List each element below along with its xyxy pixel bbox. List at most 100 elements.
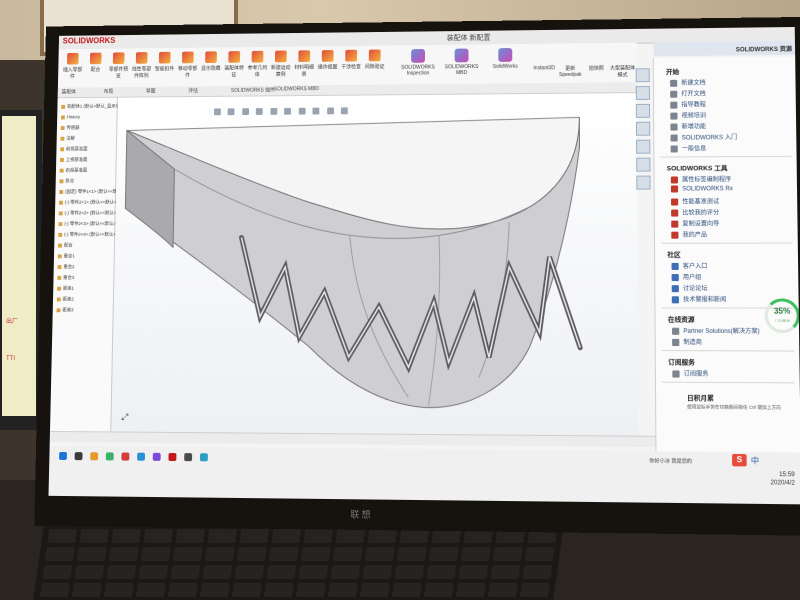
tab-0[interactable]: 装配体 bbox=[62, 88, 76, 95]
3d-model-view[interactable] bbox=[111, 107, 638, 430]
task-pane-link[interactable]: 比较我的评分 bbox=[671, 207, 719, 217]
task-pane-link[interactable]: 讨论论坛 bbox=[671, 283, 708, 292]
taskbar-app-icon[interactable] bbox=[74, 452, 83, 461]
task-pane-link[interactable]: 属性标签编制程序 bbox=[670, 174, 731, 183]
ribbon-button[interactable]: 材料明细表 bbox=[293, 50, 315, 78]
task-pane-section-heading: 在线资源 bbox=[667, 316, 695, 324]
tab-1[interactable]: 布局 bbox=[104, 88, 114, 95]
task-pane-link[interactable]: 指导教程 bbox=[670, 99, 706, 109]
ribbon-button[interactable]: 线性零部件阵列 bbox=[131, 52, 153, 79]
task-pane-link[interactable]: 订阅服务 bbox=[672, 368, 708, 378]
tab-3[interactable]: 评估 bbox=[188, 87, 198, 94]
task-pane-link[interactable]: SOLIDWORKS Rx bbox=[670, 185, 733, 193]
task-pane-link[interactable]: 我的产品 bbox=[671, 230, 707, 239]
ribbon-button[interactable]: 间隙验证 bbox=[364, 49, 386, 70]
task-pane-link[interactable]: 视频培训 bbox=[670, 110, 706, 120]
ribbon-big-button[interactable]: 更新Speedpak bbox=[557, 65, 583, 78]
task-pane-link[interactable]: 打开文档 bbox=[670, 88, 706, 98]
tree-node[interactable]: 注解 bbox=[60, 136, 75, 142]
ime-logo[interactable]: S bbox=[732, 453, 747, 467]
ribbon-button[interactable]: 智能扣件 bbox=[154, 51, 176, 72]
graphics-area[interactable]: ⤢ bbox=[111, 93, 639, 436]
tab-5[interactable]: SOLIDWORKS MBD bbox=[274, 86, 319, 92]
tree-node[interactable]: (-) 零件2<2> (默认<<默认> bbox=[58, 210, 116, 216]
ime-language[interactable]: 中 bbox=[751, 455, 759, 466]
task-pane-link[interactable]: 性能基准测试 bbox=[671, 196, 719, 206]
tree-node[interactable]: 重合3 bbox=[57, 275, 74, 281]
resource-icon bbox=[672, 338, 680, 346]
keyboard-key bbox=[364, 547, 395, 561]
ribbon-button[interactable]: 移动零部件 bbox=[177, 51, 199, 79]
ribbon-button[interactable]: 配合 bbox=[85, 52, 106, 73]
tree-node[interactable]: 配合 bbox=[58, 243, 73, 249]
task-pane-link[interactable]: 技术警报和新闻 bbox=[671, 294, 726, 303]
task-pane-link[interactable]: 制造商 bbox=[672, 337, 702, 346]
taskbar-app-icon[interactable] bbox=[90, 452, 99, 461]
task-pane-link[interactable]: Partner Solutions(解决方案) bbox=[672, 326, 760, 335]
section-divider bbox=[661, 242, 793, 244]
taskbar-app-icon[interactable] bbox=[199, 453, 208, 462]
tab-4[interactable]: SOLIDWORKS 插件 bbox=[231, 87, 275, 94]
ribbon-big-button[interactable]: 拍快照 bbox=[583, 65, 609, 72]
tree-node[interactable]: 距离1 bbox=[57, 286, 74, 292]
ribbon-button[interactable]: 插入零部件 bbox=[62, 52, 84, 80]
ribbon-button[interactable]: 装配体特征 bbox=[223, 51, 245, 78]
task-pane-link-label: 新建文档 bbox=[681, 80, 706, 87]
ribbon-plugin-button[interactable]: SolidWorks bbox=[484, 48, 526, 70]
keyboard-key bbox=[490, 565, 521, 579]
tree-node[interactable]: 重合2 bbox=[57, 264, 75, 270]
taskbar-app-icon[interactable] bbox=[59, 451, 67, 461]
ribbon-button-label: 材料明细表 bbox=[294, 64, 314, 78]
taskbar-app-icon[interactable] bbox=[152, 452, 161, 461]
ribbon-button[interactable]: 参考几何体 bbox=[247, 50, 269, 78]
ribbon-button[interactable]: 显示隐藏 bbox=[200, 51, 222, 72]
tree-node[interactable]: 传感器 bbox=[60, 125, 79, 131]
tree-node[interactable]: 右视基准面 bbox=[59, 168, 87, 174]
ribbon-button[interactable]: 爆炸视图 bbox=[317, 50, 339, 71]
ribbon-plugin-button[interactable]: SOLIDWORKS Inspection bbox=[397, 49, 439, 77]
view-palette-tab-icon[interactable] bbox=[635, 121, 651, 136]
taskbar-app-icon[interactable] bbox=[105, 452, 114, 461]
ribbon-button-label: 干涉检查 bbox=[341, 64, 361, 71]
taskbar-app-icon[interactable] bbox=[168, 452, 177, 462]
tree-node[interactable]: 原点 bbox=[59, 178, 74, 184]
tree-node[interactable]: (-) 零件2<4> (默认<<默认> bbox=[58, 232, 116, 238]
keyboard-key bbox=[47, 529, 78, 543]
tree-node[interactable]: 距离2 bbox=[56, 297, 74, 303]
ribbon-button[interactable]: 零部件预览 bbox=[108, 52, 130, 79]
task-pane-link[interactable]: SOLIDWORKS 入门 bbox=[670, 132, 737, 141]
forum-tab-icon[interactable] bbox=[636, 175, 651, 190]
appearances-tab-icon[interactable] bbox=[636, 139, 651, 154]
system-clock[interactable]: 15:59 2020/4/2 bbox=[770, 471, 795, 488]
tree-node[interactable]: 上视基准面 bbox=[60, 157, 87, 163]
ribbon-button[interactable]: 干涉检查 bbox=[340, 49, 362, 71]
task-pane-link[interactable]: 客户入口 bbox=[671, 261, 707, 270]
ribbon-big-button[interactable]: Instant3D bbox=[531, 65, 557, 71]
resources-tab-icon[interactable] bbox=[635, 68, 650, 83]
task-pane-link[interactable]: 复制设置向导 bbox=[671, 218, 719, 228]
task-pane-link[interactable]: 一般信息 bbox=[670, 143, 706, 152]
tree-node[interactable]: 重合1 bbox=[57, 253, 75, 259]
tree-node[interactable]: (固定) 零件1<1> (默认<<默认> bbox=[59, 189, 124, 195]
custom-properties-tab-icon[interactable] bbox=[636, 157, 651, 172]
task-pane-link[interactable]: 新建文档 bbox=[670, 78, 706, 87]
tree-node[interactable]: (-) 零件2<1> (默认<<默认> bbox=[59, 200, 116, 206]
design-library-tab-icon[interactable] bbox=[635, 86, 650, 101]
taskbar-app-icon[interactable] bbox=[121, 452, 130, 461]
tree-node[interactable]: 距离3 bbox=[56, 307, 74, 313]
task-pane-link[interactable]: 用户组 bbox=[671, 272, 701, 281]
ribbon-plugin-button[interactable]: SOLIDWORKS MBD bbox=[441, 48, 483, 76]
keyboard-key bbox=[335, 529, 366, 543]
ribbon-tool-icon bbox=[345, 49, 358, 62]
tab-2[interactable]: 草图 bbox=[146, 88, 156, 95]
taskbar-app-icon[interactable] bbox=[184, 453, 193, 462]
taskbar-app-icon[interactable] bbox=[137, 452, 146, 461]
tree-node[interactable]: (-) 零件2<3> (默认<<默认> bbox=[58, 221, 116, 227]
task-pane-link[interactable]: 新增功能 bbox=[670, 121, 706, 131]
file-explorer-tab-icon[interactable] bbox=[635, 103, 651, 118]
ribbon-button[interactable]: 新建运动算例 bbox=[270, 50, 292, 78]
secondary-screen-text-2: TTI bbox=[6, 356, 15, 362]
tree-node[interactable]: History bbox=[60, 114, 80, 119]
ribbon-big-button[interactable]: 大型装配体模式 bbox=[609, 64, 635, 78]
tree-node[interactable]: 前视基准面 bbox=[60, 146, 88, 152]
